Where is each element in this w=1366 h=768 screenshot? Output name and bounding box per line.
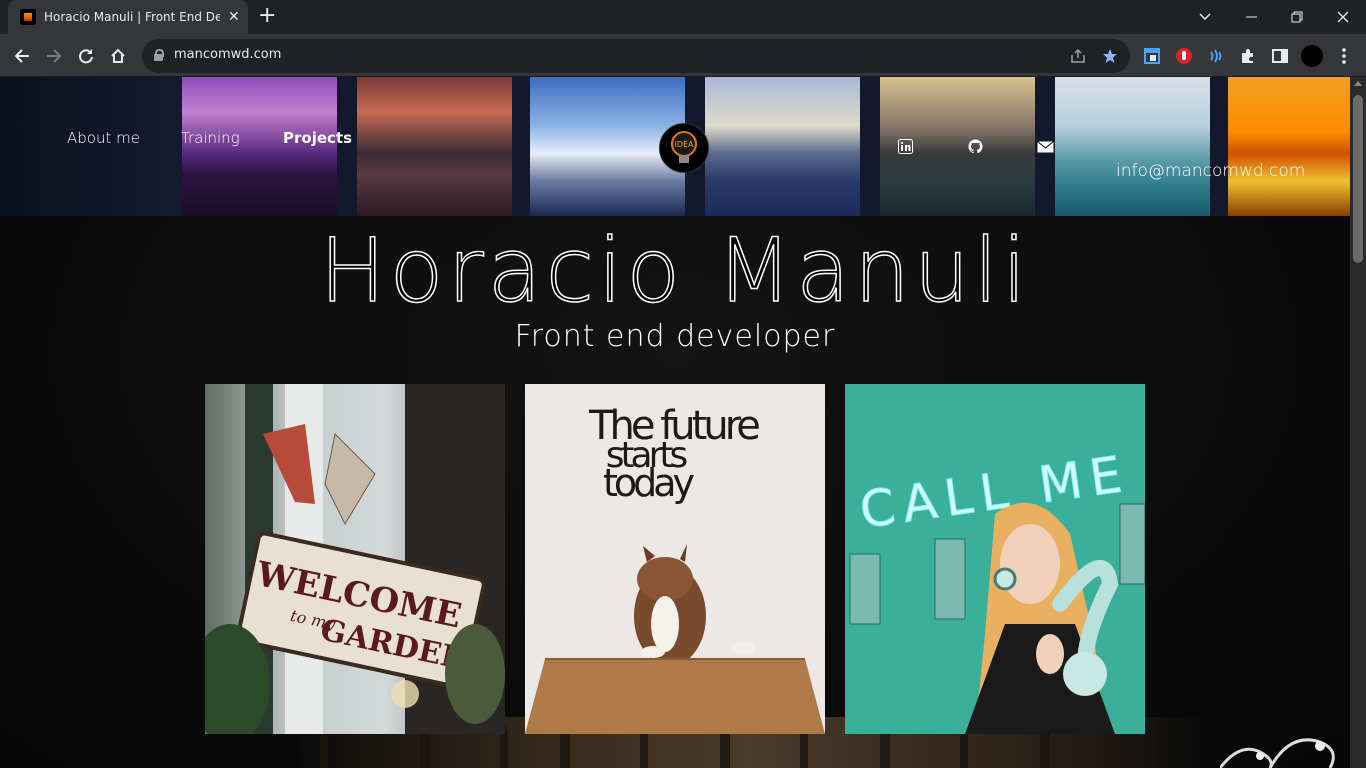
extension-window-icon[interactable] (1141, 45, 1163, 67)
lock-icon[interactable] (154, 49, 164, 61)
banner-photo-turquoise-sea (1055, 77, 1210, 216)
side-panel-icon[interactable] (1269, 45, 1291, 67)
github-icon[interactable] (967, 139, 984, 154)
tab-strip: Horacio Manuli | Front End Developer ✕ + (0, 0, 1366, 34)
scrollbar-thumb[interactable] (1353, 95, 1363, 263)
home-icon[interactable] (104, 42, 132, 70)
nav-training[interactable]: Training (181, 129, 240, 147)
new-tab-button[interactable]: + (258, 5, 276, 27)
banner-photo-sunset-lake (357, 77, 512, 216)
banner-divider (860, 77, 880, 216)
email-link[interactable]: info@mancomwd.com (1116, 161, 1305, 181)
hero-subtitle: Front end developer (514, 319, 836, 354)
site-favicon-icon (20, 9, 36, 25)
tab-close-icon[interactable]: ✕ (228, 9, 240, 25)
mail-icon[interactable] (1037, 139, 1054, 154)
back-icon[interactable] (8, 42, 36, 70)
bookmark-star-icon[interactable] (1100, 46, 1120, 66)
banner-photo-sea-clouds (705, 77, 860, 216)
banner-photo-orange-sunset (1228, 77, 1350, 216)
menu-kebab-icon[interactable] (1333, 45, 1355, 67)
browser-tab[interactable]: Horacio Manuli | Front End Developer ✕ (8, 0, 248, 34)
project-card-garden[interactable]: WELCOME to my GARDEN (205, 384, 505, 734)
share-icon[interactable] (1068, 46, 1088, 66)
nav-projects[interactable]: Projects (283, 129, 352, 147)
banner-divider (1210, 77, 1228, 216)
project-card-future[interactable]: The future starts today (525, 384, 825, 734)
idea-bulb-logo[interactable]: IDEA (659, 123, 709, 173)
project-card-call-me[interactable]: CALL ME (845, 384, 1145, 734)
forward-icon[interactable] (40, 42, 68, 70)
page-scrollbar[interactable] (1350, 77, 1366, 768)
minimize-button[interactable] (1228, 0, 1274, 34)
scroll-up-arrow-icon[interactable] (1354, 81, 1362, 86)
nav-about-me[interactable]: About me (67, 129, 140, 147)
extension-signal-icon[interactable] (1205, 45, 1227, 67)
decorative-swirl (1220, 738, 1335, 768)
linkedin-icon[interactable] (897, 139, 914, 154)
banner-divider (512, 77, 530, 216)
restore-button[interactable] (1274, 0, 1320, 34)
tab-search-icon[interactable] (1182, 0, 1228, 34)
address-bar[interactable]: mancomwd.com (142, 39, 1130, 73)
future-text-3: today (603, 461, 695, 505)
web-page: About me Training Projects IDEA info@man… (0, 77, 1350, 768)
profile-avatar[interactable] (1301, 45, 1323, 67)
hero-name: Horacio Manuli (319, 218, 1031, 323)
tab-title: Horacio Manuli | Front End Developer (44, 10, 220, 24)
reload-icon[interactable] (72, 42, 100, 70)
logo-text: IDEA (674, 140, 694, 149)
url-text[interactable]: mancomwd.com (174, 47, 281, 62)
header-banner: About me Training Projects IDEA info@man… (0, 77, 1350, 216)
extensions-puzzle-icon[interactable] (1237, 45, 1259, 67)
extension-shield-icon[interactable] (1173, 45, 1195, 67)
close-window-button[interactable] (1320, 0, 1366, 34)
